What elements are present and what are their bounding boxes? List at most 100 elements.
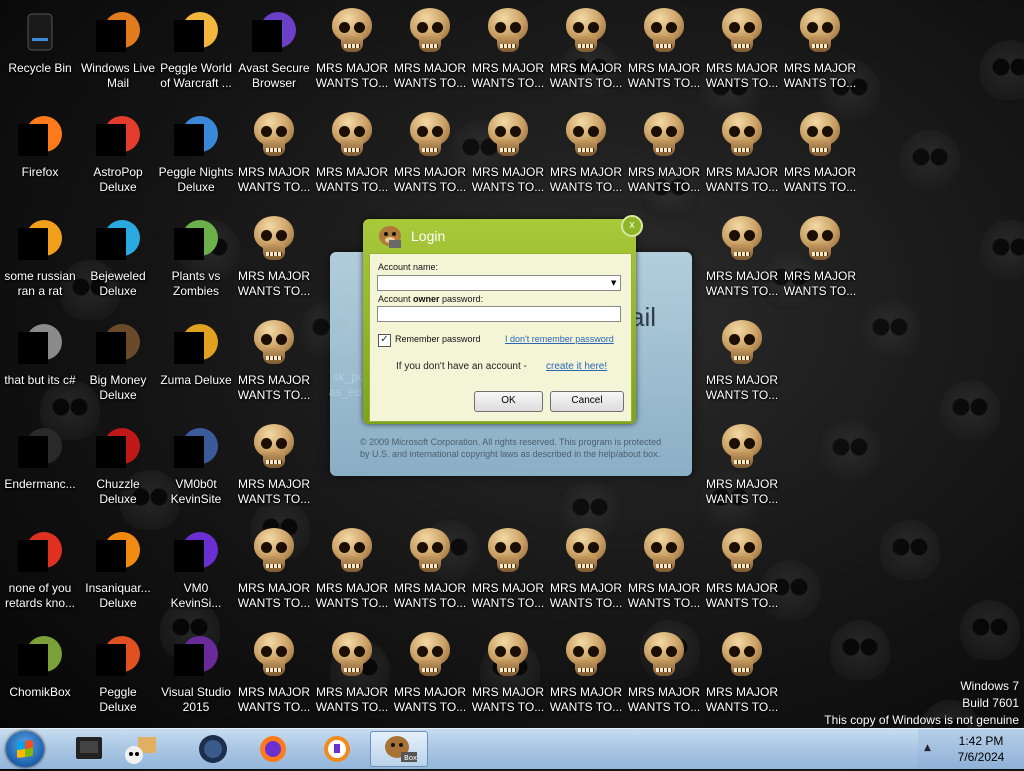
- redaction-box: [96, 436, 126, 468]
- redaction-box: [96, 20, 126, 52]
- skull-icon-shortcut[interactable]: MRS MAJOR WANTS TO...: [547, 520, 625, 624]
- skull-icon-label: MRS MAJOR WANTS TO...: [237, 477, 311, 506]
- taskbar-item-skull-app[interactable]: [112, 731, 166, 767]
- desktop-icon[interactable]: some russian ran a rat: [1, 208, 79, 312]
- desktop-icon[interactable]: Windows Live Mail: [79, 0, 157, 104]
- start-button[interactable]: [6, 731, 44, 767]
- forgot-password-link[interactable]: I don't remember password: [505, 334, 614, 344]
- skull-icon-shortcut[interactable]: MRS MAJOR WANTS TO...: [625, 520, 703, 624]
- skull-icon: [562, 632, 610, 680]
- account-name-input[interactable]: [377, 275, 621, 291]
- skull-icon-shortcut[interactable]: MRS MAJOR WANTS TO...: [469, 520, 547, 624]
- desktop-icon[interactable]: Peggle World of Warcraft ...: [157, 0, 235, 104]
- create-account-link[interactable]: create it here!: [546, 361, 607, 372]
- close-button[interactable]: x: [621, 215, 643, 237]
- skull-icon-shortcut[interactable]: MRS MAJOR WANTS TO...: [235, 520, 313, 624]
- skull-icon-shortcut[interactable]: MRS MAJOR WANTS TO...: [313, 520, 391, 624]
- skull-icon-shortcut[interactable]: MRS MAJOR WANTS TO...: [547, 104, 625, 208]
- skull-icon-shortcut[interactable]: MRS MAJOR WANTS TO...: [391, 0, 469, 104]
- skull-icon-shortcut[interactable]: MRS MAJOR WANTS TO...: [469, 0, 547, 104]
- desktop-icon[interactable]: that but its c#: [1, 312, 79, 416]
- desktop-icon[interactable]: Plants vs Zombies: [157, 208, 235, 312]
- skull-icon: [406, 528, 454, 576]
- skull-icon-shortcut[interactable]: MRS MAJOR WANTS TO...: [703, 312, 781, 416]
- desktop-icon[interactable]: AstroPop Deluxe: [79, 104, 157, 208]
- text-file-icon: [16, 216, 64, 264]
- skull-icon-shortcut[interactable]: MRS MAJOR WANTS TO...: [391, 624, 469, 728]
- skull-icon-shortcut[interactable]: MRS MAJOR WANTS TO...: [235, 104, 313, 208]
- windows-logo-icon: [17, 739, 33, 759]
- taskbar-item-app[interactable]: [62, 731, 116, 767]
- desktop-icon[interactable]: Chuzzle Deluxe: [79, 416, 157, 520]
- skull-icon: [718, 216, 766, 264]
- skull-icon-shortcut[interactable]: MRS MAJOR WANTS TO...: [781, 104, 859, 208]
- skull-icon: [640, 632, 688, 680]
- desktop-icon-label: Peggle Nights Deluxe: [158, 165, 234, 194]
- cancel-button[interactable]: Cancel: [550, 391, 624, 412]
- skull-icon-label: MRS MAJOR WANTS TO...: [471, 61, 545, 90]
- desktop-icon[interactable]: Recycle Bin: [1, 0, 79, 104]
- taskbar-item-firefox[interactable]: [246, 731, 300, 767]
- skull-icon-shortcut[interactable]: MRS MAJOR WANTS TO...: [703, 104, 781, 208]
- remember-password-checkbox[interactable]: ✓: [378, 334, 391, 347]
- desktop-icon[interactable]: Zuma Deluxe: [157, 312, 235, 416]
- skull-icon-shortcut[interactable]: MRS MAJOR WANTS TO...: [391, 520, 469, 624]
- chevron-up-icon[interactable]: ▲: [924, 743, 931, 753]
- skull-icon-shortcut[interactable]: MRS MAJOR WANTS TO...: [703, 520, 781, 624]
- wallpaper-skull: [830, 620, 890, 680]
- skull-icon: [718, 424, 766, 472]
- desktop-icon[interactable]: VM0b0t KevinSite: [157, 416, 235, 520]
- desktop-icon[interactable]: VM0 KevinSi...: [157, 520, 235, 624]
- chevron-down-icon[interactable]: ▼: [611, 279, 616, 287]
- skull-icon-shortcut[interactable]: MRS MAJOR WANTS TO...: [313, 104, 391, 208]
- desktop-icon[interactable]: Peggle Nights Deluxe: [157, 104, 235, 208]
- skull-icon-shortcut[interactable]: MRS MAJOR WANTS TO...: [625, 104, 703, 208]
- clock[interactable]: 1:42 PM 7/6/2024: [944, 733, 1018, 765]
- desktop-icon[interactable]: Avast Secure Browser: [235, 0, 313, 104]
- desktop-icon[interactable]: Peggle Deluxe: [79, 624, 157, 728]
- skull-icon-shortcut[interactable]: MRS MAJOR WANTS TO...: [703, 624, 781, 728]
- chomikbox-icon: [16, 632, 64, 680]
- no-account-text: If you don't have an account -: [396, 361, 527, 372]
- redaction-box: [174, 644, 204, 676]
- skull-icon-shortcut[interactable]: MRS MAJOR WANTS TO...: [235, 624, 313, 728]
- desktop-icon[interactable]: Firefox: [1, 104, 79, 208]
- skull-icon-shortcut[interactable]: MRS MAJOR WANTS TO...: [469, 104, 547, 208]
- taskbar-item-chomikbox[interactable]: Box: [370, 731, 428, 767]
- skull-icon-shortcut[interactable]: MRS MAJOR WANTS TO...: [703, 0, 781, 104]
- skull-icon-shortcut[interactable]: MRS MAJOR WANTS TO...: [235, 312, 313, 416]
- skull-icon: [250, 632, 298, 680]
- skull-icon-shortcut[interactable]: MRS MAJOR WANTS TO...: [235, 416, 313, 520]
- password-input[interactable]: [377, 306, 621, 322]
- desktop-icon[interactable]: none of you retards kno...: [1, 520, 79, 624]
- skull-icon-shortcut[interactable]: MRS MAJOR WANTS TO...: [391, 104, 469, 208]
- skull-icon-shortcut[interactable]: MRS MAJOR WANTS TO...: [313, 624, 391, 728]
- skull-icon-label: MRS MAJOR WANTS TO...: [237, 165, 311, 194]
- desktop-icon[interactable]: ChomikBox: [1, 624, 79, 728]
- skull-icon-shortcut[interactable]: MRS MAJOR WANTS TO...: [469, 624, 547, 728]
- desktop-icon[interactable]: Bejeweled Deluxe: [79, 208, 157, 312]
- password-label: Account owner password:: [378, 294, 484, 304]
- skull-icon-shortcut[interactable]: MRS MAJOR WANTS TO...: [781, 0, 859, 104]
- login-dialog: Login x Account name: ▼ Account owner pa…: [363, 215, 643, 424]
- skull-icon-shortcut[interactable]: MRS MAJOR WANTS TO...: [625, 0, 703, 104]
- desktop-icon[interactable]: Visual Studio 2015: [157, 624, 235, 728]
- desktop-icon-label: AstroPop Deluxe: [93, 165, 143, 194]
- skull-icon-shortcut[interactable]: MRS MAJOR WANTS TO...: [547, 0, 625, 104]
- skull-icon-shortcut[interactable]: MRS MAJOR WANTS TO...: [313, 0, 391, 104]
- skull-icon-shortcut[interactable]: MRS MAJOR WANTS TO...: [781, 208, 859, 312]
- skull-icon-shortcut[interactable]: MRS MAJOR WANTS TO...: [703, 416, 781, 520]
- skull-icon-shortcut[interactable]: MRS MAJOR WANTS TO...: [703, 208, 781, 312]
- ok-button[interactable]: OK: [474, 391, 543, 412]
- desktop-icon[interactable]: Big Money Deluxe: [79, 312, 157, 416]
- desktop-icon[interactable]: Insaniquar... Deluxe: [79, 520, 157, 624]
- skull-icon-label: MRS MAJOR WANTS TO...: [237, 373, 311, 402]
- taskbar-item-globe[interactable]: [186, 731, 240, 767]
- skull-icon-shortcut[interactable]: MRS MAJOR WANTS TO...: [625, 624, 703, 728]
- desktop-icon[interactable]: Endermanc...: [1, 416, 79, 520]
- skull-icon-shortcut[interactable]: MRS MAJOR WANTS TO...: [235, 208, 313, 312]
- skull-icon: [484, 632, 532, 680]
- redaction-box: [18, 540, 48, 572]
- taskbar-item-avast[interactable]: [310, 731, 364, 767]
- skull-icon-shortcut[interactable]: MRS MAJOR WANTS TO...: [547, 624, 625, 728]
